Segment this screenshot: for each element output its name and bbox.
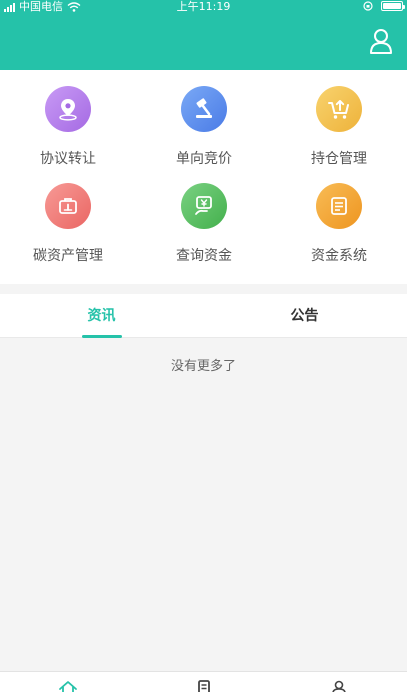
cart-upload-icon bbox=[316, 86, 362, 132]
menu-label: 资金系统 bbox=[311, 248, 367, 264]
bottom-nav-bar bbox=[0, 671, 407, 692]
menu-item-fund-system[interactable]: 资金系统 bbox=[271, 183, 407, 265]
lock-rotation-icon bbox=[363, 1, 373, 11]
news-tabs: 资讯 公告 bbox=[0, 294, 407, 338]
status-bar: 中国电信 上午11:19 bbox=[0, 0, 407, 14]
news-list[interactable]: 没有更多了 bbox=[0, 339, 407, 671]
menu-label: 协议转让 bbox=[40, 151, 96, 167]
status-right bbox=[363, 1, 405, 11]
profile-icon bbox=[332, 680, 346, 692]
money-hand-icon bbox=[181, 183, 227, 229]
user-icon bbox=[370, 29, 392, 54]
briefcase-icon bbox=[45, 183, 91, 229]
nav-item-documents[interactable] bbox=[136, 672, 272, 692]
tab-active-indicator bbox=[81, 335, 122, 338]
location-pin-icon bbox=[45, 86, 91, 132]
menu-item-query-funds[interactable]: 查询资金 bbox=[136, 183, 272, 265]
menu-item-position-management[interactable]: 持仓管理 bbox=[271, 86, 407, 168]
app-root: 中国电信 上午11:19 协议转让 单向竞价 持仓管理 碳资产管理 查询资金 资… bbox=[0, 0, 407, 692]
tab-news[interactable]: 资讯 bbox=[0, 294, 203, 338]
menu-label: 单向竞价 bbox=[176, 151, 232, 167]
nav-item-profile[interactable] bbox=[271, 672, 407, 692]
header-bar: 中国电信 上午11:19 bbox=[0, 0, 407, 70]
ledger-icon bbox=[316, 183, 362, 229]
document-icon bbox=[198, 680, 210, 692]
user-profile-button[interactable] bbox=[369, 28, 393, 54]
feature-menu-grid: 协议转让 单向竞价 持仓管理 碳资产管理 查询资金 资金系统 bbox=[0, 70, 407, 284]
empty-list-message: 没有更多了 bbox=[170, 359, 236, 374]
auction-hammer-icon bbox=[181, 86, 227, 132]
menu-label: 持仓管理 bbox=[311, 151, 367, 167]
menu-item-carbon-asset-management[interactable]: 碳资产管理 bbox=[0, 183, 136, 265]
nav-item-home[interactable] bbox=[0, 672, 136, 692]
tab-label: 公告 bbox=[290, 308, 319, 324]
menu-label: 查询资金 bbox=[176, 248, 232, 264]
tab-announcements[interactable]: 公告 bbox=[203, 294, 406, 338]
battery-icon bbox=[381, 1, 405, 11]
menu-item-one-way-bidding[interactable]: 单向竞价 bbox=[136, 86, 272, 168]
menu-item-agreement-transfer[interactable]: 协议转让 bbox=[0, 86, 136, 168]
menu-label: 碳资产管理 bbox=[33, 248, 103, 264]
status-time: 上午11:19 bbox=[176, 0, 231, 13]
home-icon bbox=[59, 681, 77, 692]
tab-label: 资讯 bbox=[87, 308, 116, 324]
